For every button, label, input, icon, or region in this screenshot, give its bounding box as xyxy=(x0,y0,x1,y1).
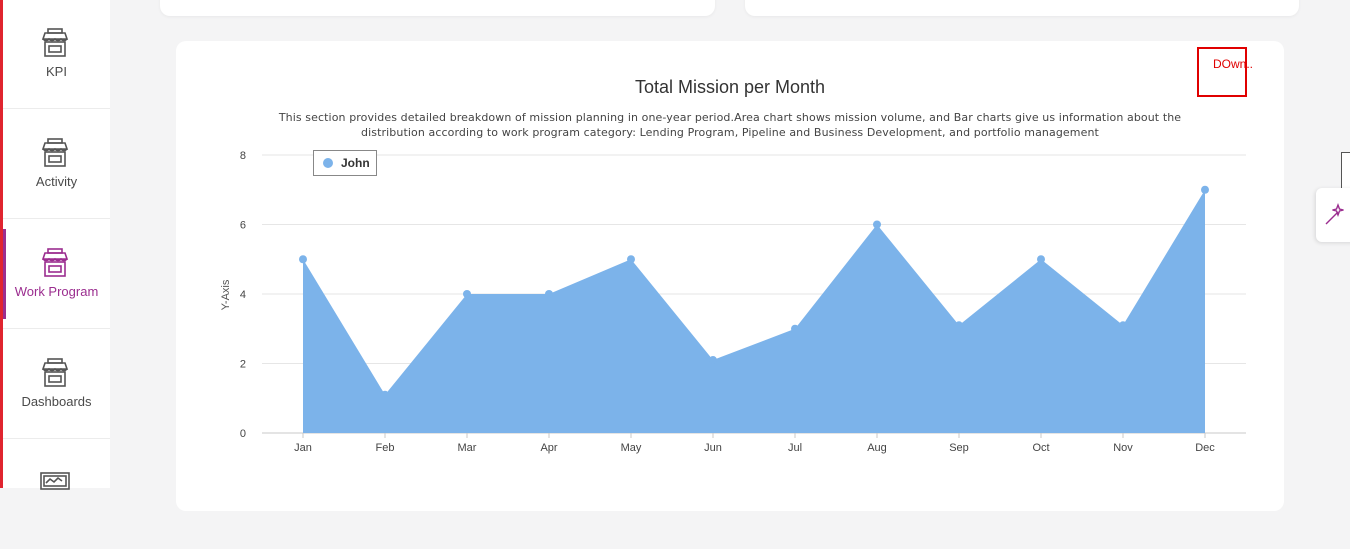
download-button[interactable]: DOwn.. xyxy=(1213,57,1253,71)
x-tick-label: Feb xyxy=(376,442,395,454)
data-point[interactable] xyxy=(299,255,307,264)
x-tick-label: Jan xyxy=(294,442,312,454)
y-tick-label: 4 xyxy=(240,289,246,301)
x-tick-label: Nov xyxy=(1113,442,1133,454)
area-chart: 0 2 4 6 8 Jan Feb Mar Apr May Jun Jul Aug Sep Oct Nov De… xyxy=(220,150,1246,454)
data-point[interactable] xyxy=(955,321,963,330)
series-area-john xyxy=(303,189,1205,433)
side-panel-toggle[interactable] xyxy=(1341,152,1350,190)
data-point[interactable] xyxy=(791,324,799,333)
chart-series xyxy=(299,185,1209,433)
y-tick-label: 2 xyxy=(240,359,246,371)
magic-wand-button[interactable] xyxy=(1316,188,1350,242)
x-tick-label: Aug xyxy=(867,442,887,454)
y-axis-label: Y-Axis xyxy=(220,279,232,310)
data-point[interactable] xyxy=(545,290,553,298)
magic-wand-icon xyxy=(1325,203,1344,225)
data-point[interactable] xyxy=(1201,185,1209,194)
legend-label: John xyxy=(341,156,370,170)
y-tick-label: 6 xyxy=(240,220,246,232)
data-point[interactable] xyxy=(463,290,471,298)
x-tick-label: Jun xyxy=(704,442,722,454)
y-tick-label: 0 xyxy=(240,428,246,440)
x-tick-label: Mar xyxy=(458,442,477,454)
data-point[interactable] xyxy=(709,356,717,365)
data-point[interactable] xyxy=(1119,321,1127,330)
data-point[interactable] xyxy=(873,220,881,229)
data-point[interactable] xyxy=(1037,255,1045,264)
x-tick-label: Jul xyxy=(788,442,802,454)
y-tick-label: 8 xyxy=(240,150,246,162)
x-tick-label: Sep xyxy=(949,442,969,454)
x-tick-label: Dec xyxy=(1195,442,1215,454)
x-tick-label: Oct xyxy=(1032,442,1049,454)
legend-marker xyxy=(323,158,333,168)
chart-legend[interactable]: John xyxy=(313,150,377,176)
x-tick-label: May xyxy=(621,442,642,454)
download-highlight xyxy=(1197,47,1247,97)
x-tick-label: Apr xyxy=(540,442,557,454)
data-point[interactable] xyxy=(627,255,635,264)
data-point[interactable] xyxy=(381,390,389,399)
